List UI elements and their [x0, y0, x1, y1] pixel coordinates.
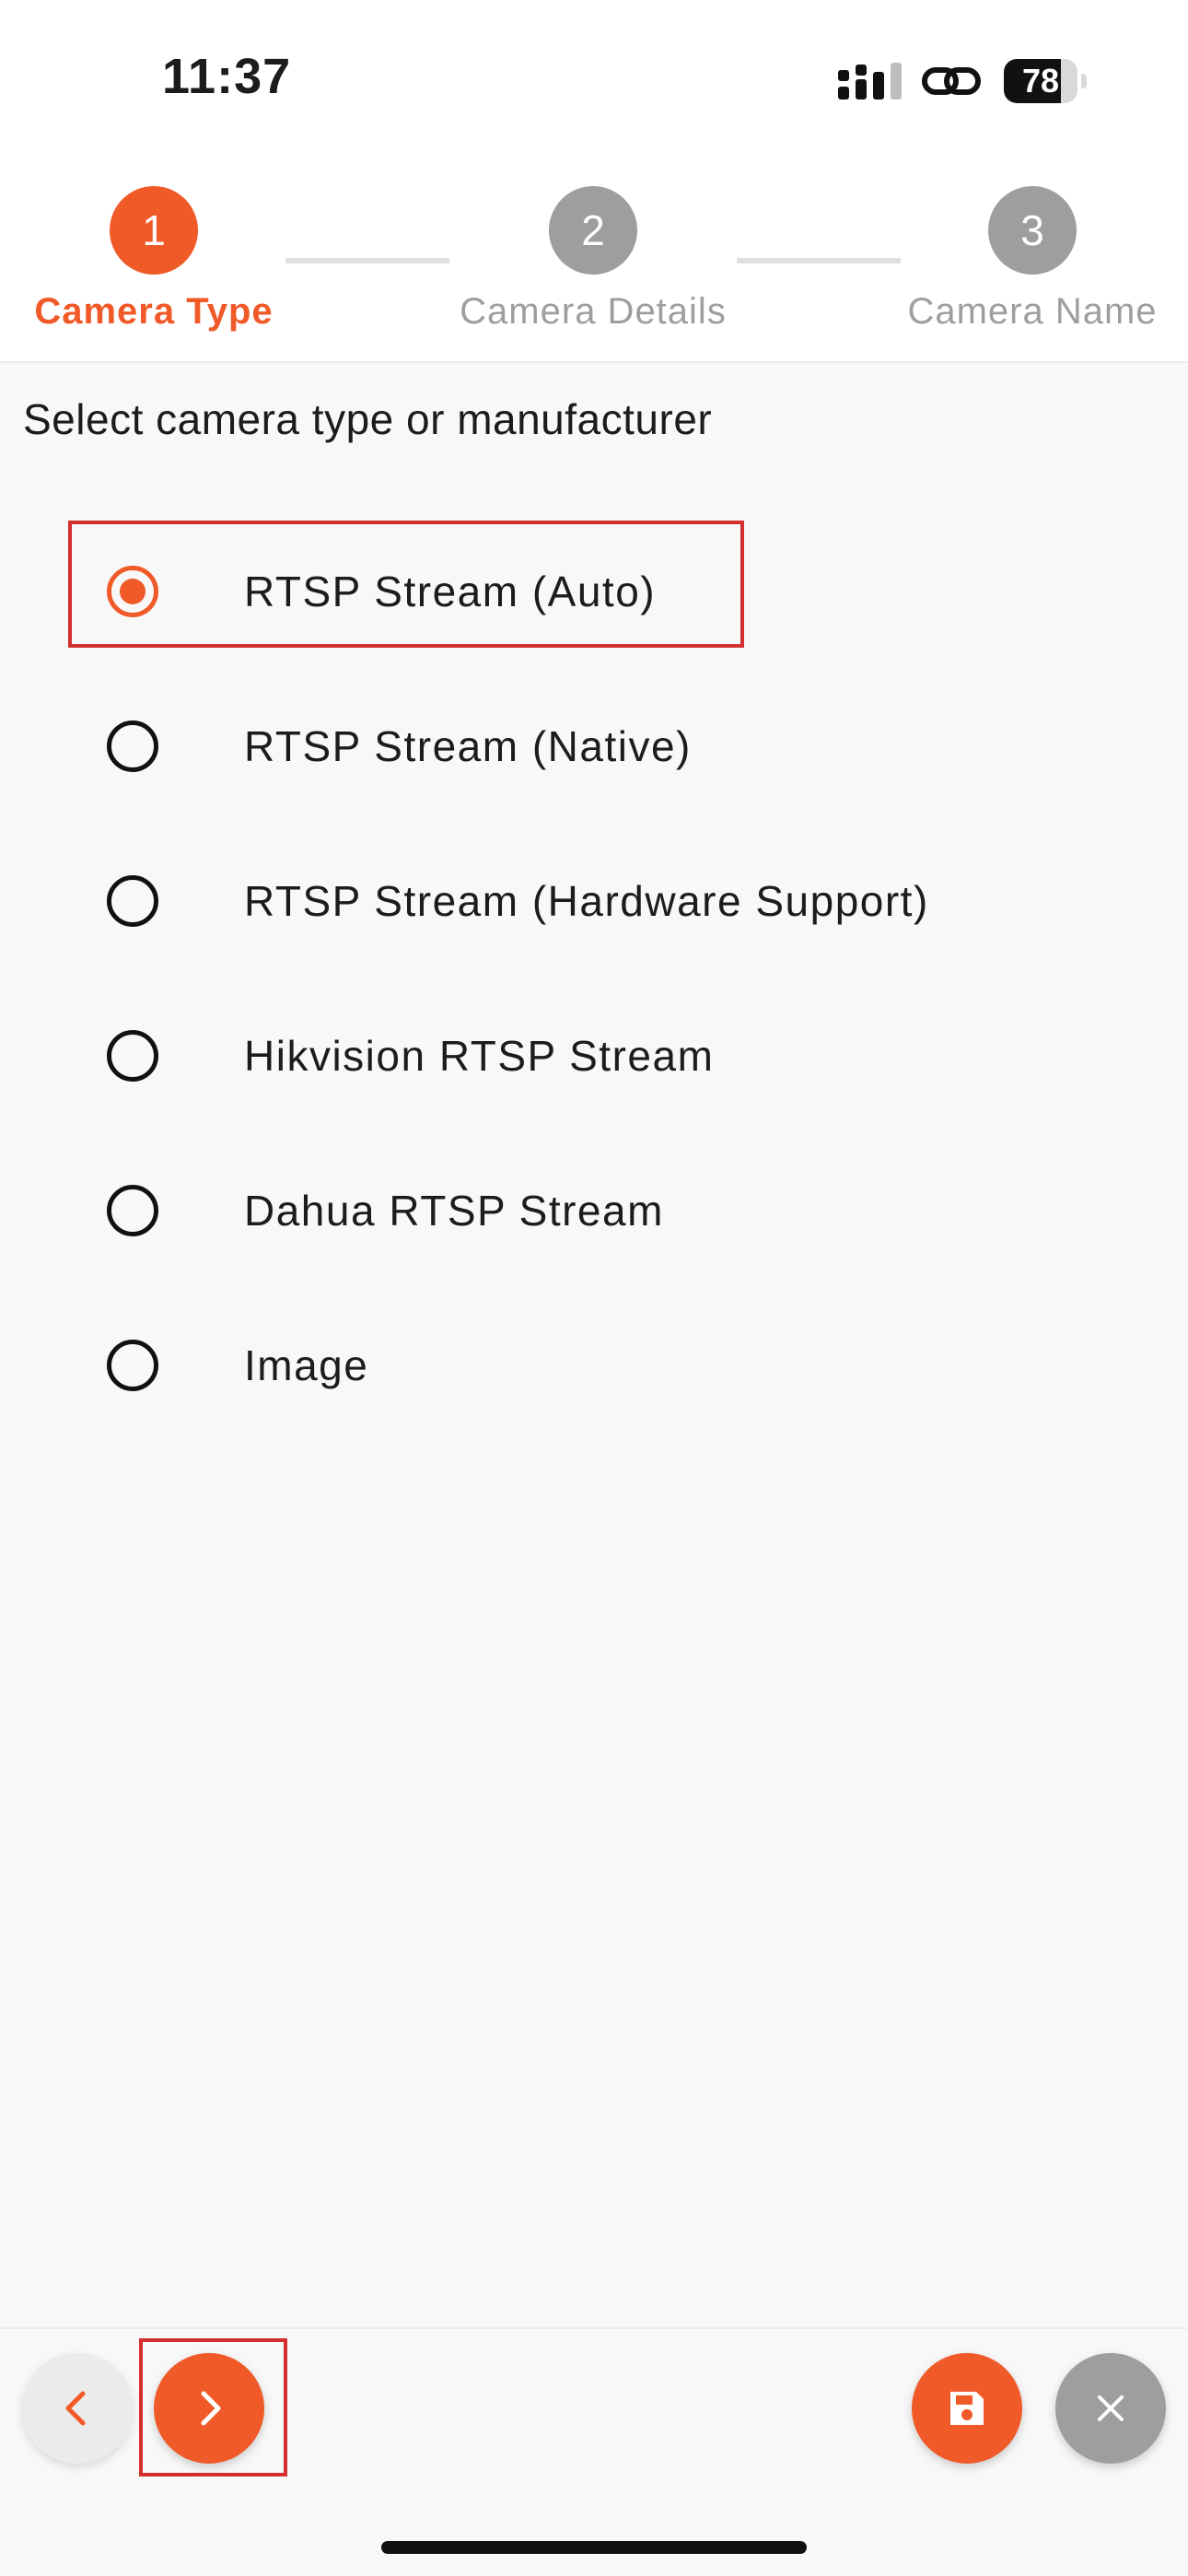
- status-time: 11:37: [162, 49, 292, 104]
- radio-button-selected[interactable]: [107, 566, 158, 617]
- wizard-stepper: 1 Camera Type 2 Camera Details 3 Camera …: [0, 166, 1188, 363]
- radio-button[interactable]: [107, 1030, 158, 1082]
- radio-button[interactable]: [107, 1185, 158, 1236]
- battery-percent: 78: [1021, 62, 1060, 100]
- option-label: Hikvision RTSP Stream: [244, 1032, 715, 1080]
- option-dahua-rtsp[interactable]: Dahua RTSP Stream: [0, 1133, 1188, 1288]
- option-label: RTSP Stream (Hardware Support): [244, 877, 929, 925]
- link-icon: [922, 67, 981, 95]
- step-label: Camera Type: [34, 291, 274, 332]
- step-number-circle: 2: [549, 186, 637, 275]
- camera-type-radio-group: RTSP Stream (Auto) RTSP Stream (Native) …: [0, 514, 1188, 1443]
- save-button[interactable]: [912, 2353, 1022, 2464]
- step-number-circle: 3: [988, 186, 1077, 275]
- step-label: Camera Name: [907, 291, 1158, 332]
- step-camera-name[interactable]: 3 Camera Name: [876, 186, 1188, 333]
- option-label: Dahua RTSP Stream: [244, 1187, 664, 1235]
- page-heading: Select camera type or manufacturer: [23, 395, 713, 443]
- step-camera-details[interactable]: 2 Camera Details: [437, 186, 750, 333]
- chevron-left-icon: [65, 2391, 86, 2426]
- step-number-circle: 1: [110, 186, 198, 275]
- option-label: RTSP Stream (Native): [244, 722, 692, 770]
- cellular-signal-icon: [838, 63, 902, 100]
- step-camera-type[interactable]: 1 Camera Type: [0, 186, 310, 333]
- cancel-button[interactable]: [1055, 2353, 1166, 2464]
- battery-icon: 78: [1004, 59, 1087, 103]
- option-rtsp-native[interactable]: RTSP Stream (Native): [0, 669, 1188, 824]
- radio-button[interactable]: [107, 875, 158, 927]
- option-hikvision-rtsp[interactable]: Hikvision RTSP Stream: [0, 978, 1188, 1133]
- bottom-toolbar: [0, 2327, 1188, 2486]
- status-bar: 11:37 78: [0, 0, 1188, 166]
- previous-button[interactable]: [22, 2353, 133, 2464]
- radio-button[interactable]: [107, 720, 158, 772]
- option-rtsp-auto[interactable]: RTSP Stream (Auto): [0, 514, 1188, 669]
- option-rtsp-hardware[interactable]: RTSP Stream (Hardware Support): [0, 824, 1188, 978]
- step-label: Camera Details: [460, 291, 727, 332]
- option-label: Image: [244, 1341, 369, 1389]
- option-label: RTSP Stream (Auto): [244, 568, 657, 615]
- battery-body: 78: [1004, 59, 1077, 103]
- chevron-right-icon: [201, 2391, 221, 2426]
- close-icon: [1098, 2395, 1124, 2421]
- radio-button[interactable]: [107, 1340, 158, 1391]
- save-icon: [950, 2392, 984, 2425]
- option-image[interactable]: Image: [0, 1288, 1188, 1443]
- next-button[interactable]: [154, 2353, 264, 2464]
- battery-tip: [1081, 74, 1087, 88]
- home-indicator[interactable]: [381, 2541, 807, 2554]
